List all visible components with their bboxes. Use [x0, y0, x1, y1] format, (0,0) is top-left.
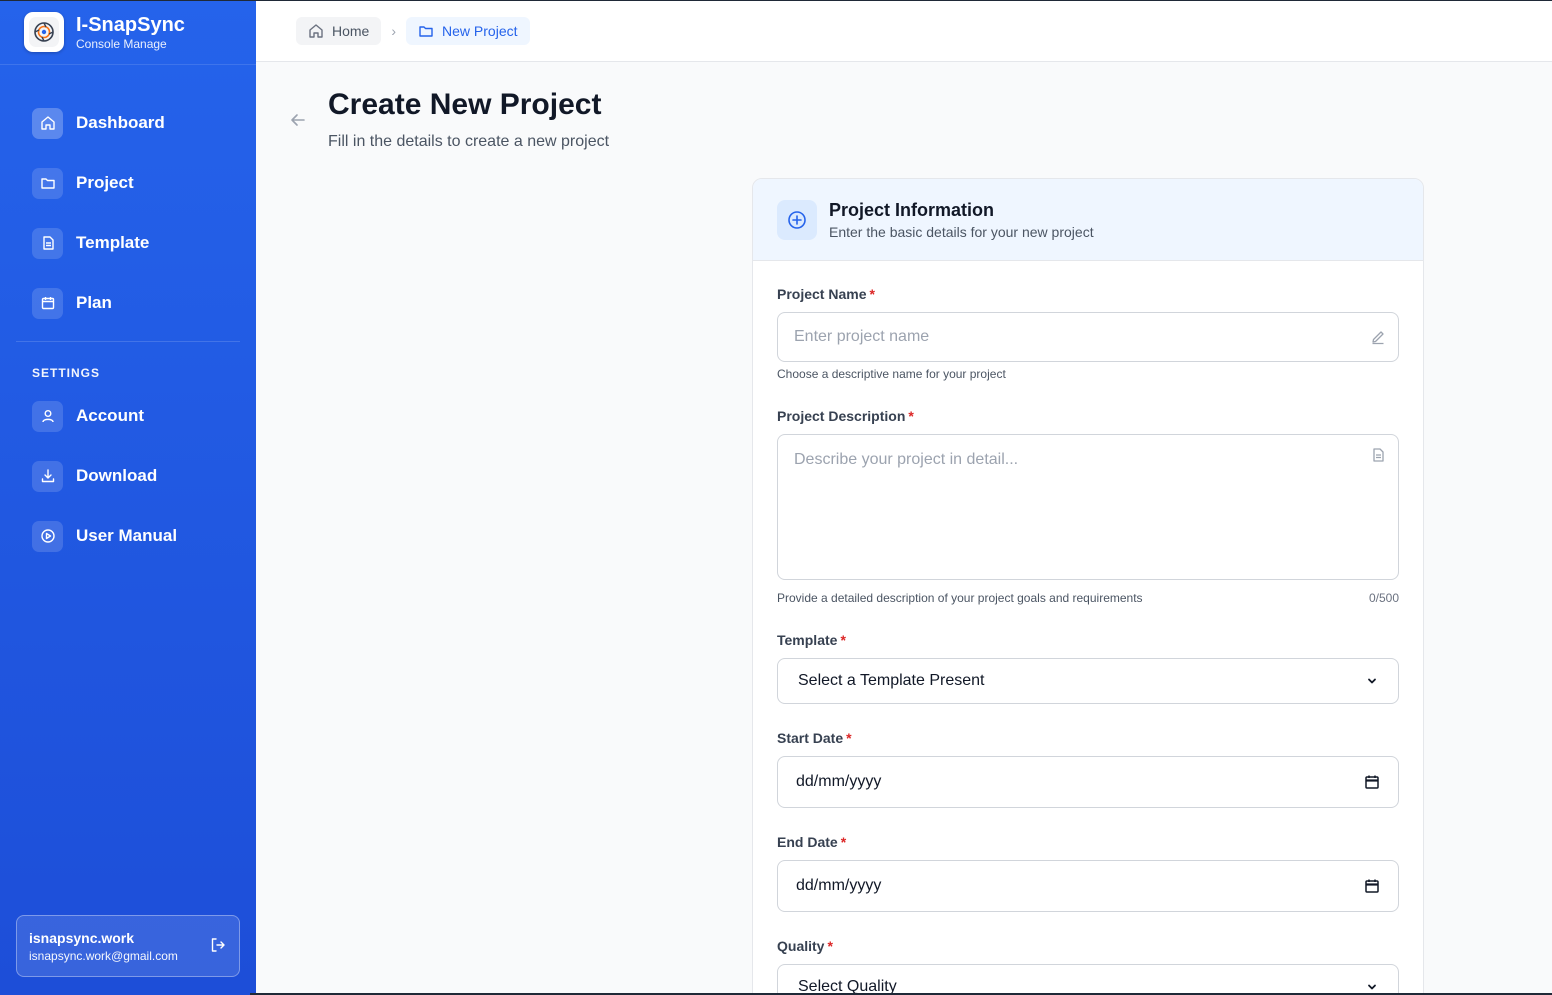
sidebar-item-label: Dashboard: [76, 113, 165, 132]
sidebar-item-plan[interactable]: Plan: [16, 281, 240, 325]
chevron-down-icon: [1368, 678, 1376, 684]
quality-select[interactable]: Select Quality: [777, 964, 1399, 995]
sidebar-item-project[interactable]: Project: [16, 161, 240, 205]
logout-icon[interactable]: [209, 936, 227, 954]
sidebar-item-label: Template: [76, 233, 150, 252]
camera-icon: [29, 17, 59, 47]
project-name-helper: Choose a descriptive name for your proje…: [777, 367, 1006, 381]
sidebar-item-user-manual[interactable]: User Manual: [16, 514, 240, 558]
folder-icon: [32, 167, 63, 199]
sidebar-item-download[interactable]: Download: [16, 454, 240, 498]
home-icon: [32, 107, 63, 139]
back-arrow-icon[interactable]: [288, 110, 308, 130]
top-border: [0, 0, 1552, 1]
project-name-placeholder: Enter project name: [794, 328, 930, 345]
card-title: Project Information: [829, 200, 995, 220]
end-date-input[interactable]: dd/mm/yyyy: [777, 860, 1399, 912]
top-bar: Home › New Project: [256, 0, 1552, 62]
sidebar-item-label: Account: [76, 406, 144, 425]
breadcrumb-home-label: Home: [332, 22, 370, 39]
page-subtitle: Fill in the details to create a new proj…: [328, 133, 610, 150]
home-icon: [309, 23, 323, 38]
settings-section-title: SETTINGS: [32, 366, 101, 380]
sidebar-item-label: Project: [76, 173, 134, 192]
sidebar-divider: [16, 341, 240, 342]
sidebar: I-SnapSync Console Manage Dashboard Proj…: [0, 0, 256, 995]
project-description-helper: Provide a detailed description of your p…: [777, 591, 1143, 605]
character-counter: 0/500: [1368, 591, 1399, 605]
card-header: Project Information Enter the basic deta…: [753, 179, 1423, 261]
quality-label: Quality *: [777, 938, 833, 954]
user-profile-card: isnapsync.work isnapsync.work@gmail.com: [16, 915, 240, 977]
user-icon: [32, 400, 63, 432]
project-information-card: Project Information Enter the basic deta…: [752, 178, 1424, 995]
end-date-value: dd/mm/yyyy: [796, 877, 882, 894]
card-subtitle: Enter the basic details for your new pro…: [829, 224, 1094, 240]
end-date-label: End Date *: [777, 834, 847, 850]
brand-logo[interactable]: [24, 12, 64, 52]
download-icon: [32, 460, 63, 492]
page-title: Create New Project: [328, 88, 602, 121]
sidebar-item-label: Download: [76, 466, 158, 485]
pencil-icon: [1372, 331, 1384, 345]
project-description-placeholder: Describe your project in detail...: [794, 451, 1019, 468]
user-email: isnapsync.work@gmail.com: [29, 949, 178, 963]
brand: I-SnapSync Console Manage: [0, 0, 256, 65]
project-description-textarea[interactable]: Describe your project in detail...: [777, 434, 1399, 580]
template-label: Template *: [777, 632, 846, 648]
calendar-icon: [32, 287, 63, 319]
plus-circle-icon: [777, 199, 817, 240]
document-icon: [1373, 448, 1384, 462]
breadcrumb: Home › New Project: [296, 16, 530, 45]
sidebar-nav: Dashboard Project Template Plan SETTINGS: [0, 65, 256, 558]
user-name: isnapsync.work: [29, 930, 135, 946]
breadcrumb-current[interactable]: New Project: [406, 16, 530, 45]
breadcrumb-home[interactable]: Home: [296, 16, 382, 45]
chevron-right-icon: ›: [391, 22, 397, 39]
calendar-icon[interactable]: [1364, 878, 1380, 894]
start-date-value: dd/mm/yyyy: [796, 773, 882, 790]
template-select[interactable]: Select a Template Present: [777, 658, 1399, 704]
project-name-input[interactable]: Enter project name: [777, 312, 1399, 362]
chevron-down-icon: [1368, 984, 1376, 990]
sidebar-item-label: User Manual: [76, 526, 178, 545]
calendar-icon[interactable]: [1364, 774, 1380, 790]
template-select-value: Select a Template Present: [798, 672, 985, 689]
sidebar-item-template[interactable]: Template: [16, 221, 240, 265]
project-description-label: Project Description *: [777, 408, 914, 424]
brand-subtitle: Console Manage: [76, 36, 167, 51]
breadcrumb-current-label: New Project: [442, 22, 518, 39]
start-date-input[interactable]: dd/mm/yyyy: [777, 756, 1399, 808]
brand-title: I-SnapSync: [76, 13, 185, 36]
sidebar-item-dashboard[interactable]: Dashboard: [16, 101, 240, 145]
folder-icon: [419, 25, 433, 37]
project-name-label: Project Name *: [777, 286, 875, 302]
start-date-label: Start Date *: [777, 730, 852, 746]
play-circle-icon: [32, 520, 63, 552]
sidebar-item-account[interactable]: Account: [16, 394, 240, 438]
sidebar-item-label: Plan: [76, 293, 112, 312]
document-icon: [32, 227, 63, 259]
